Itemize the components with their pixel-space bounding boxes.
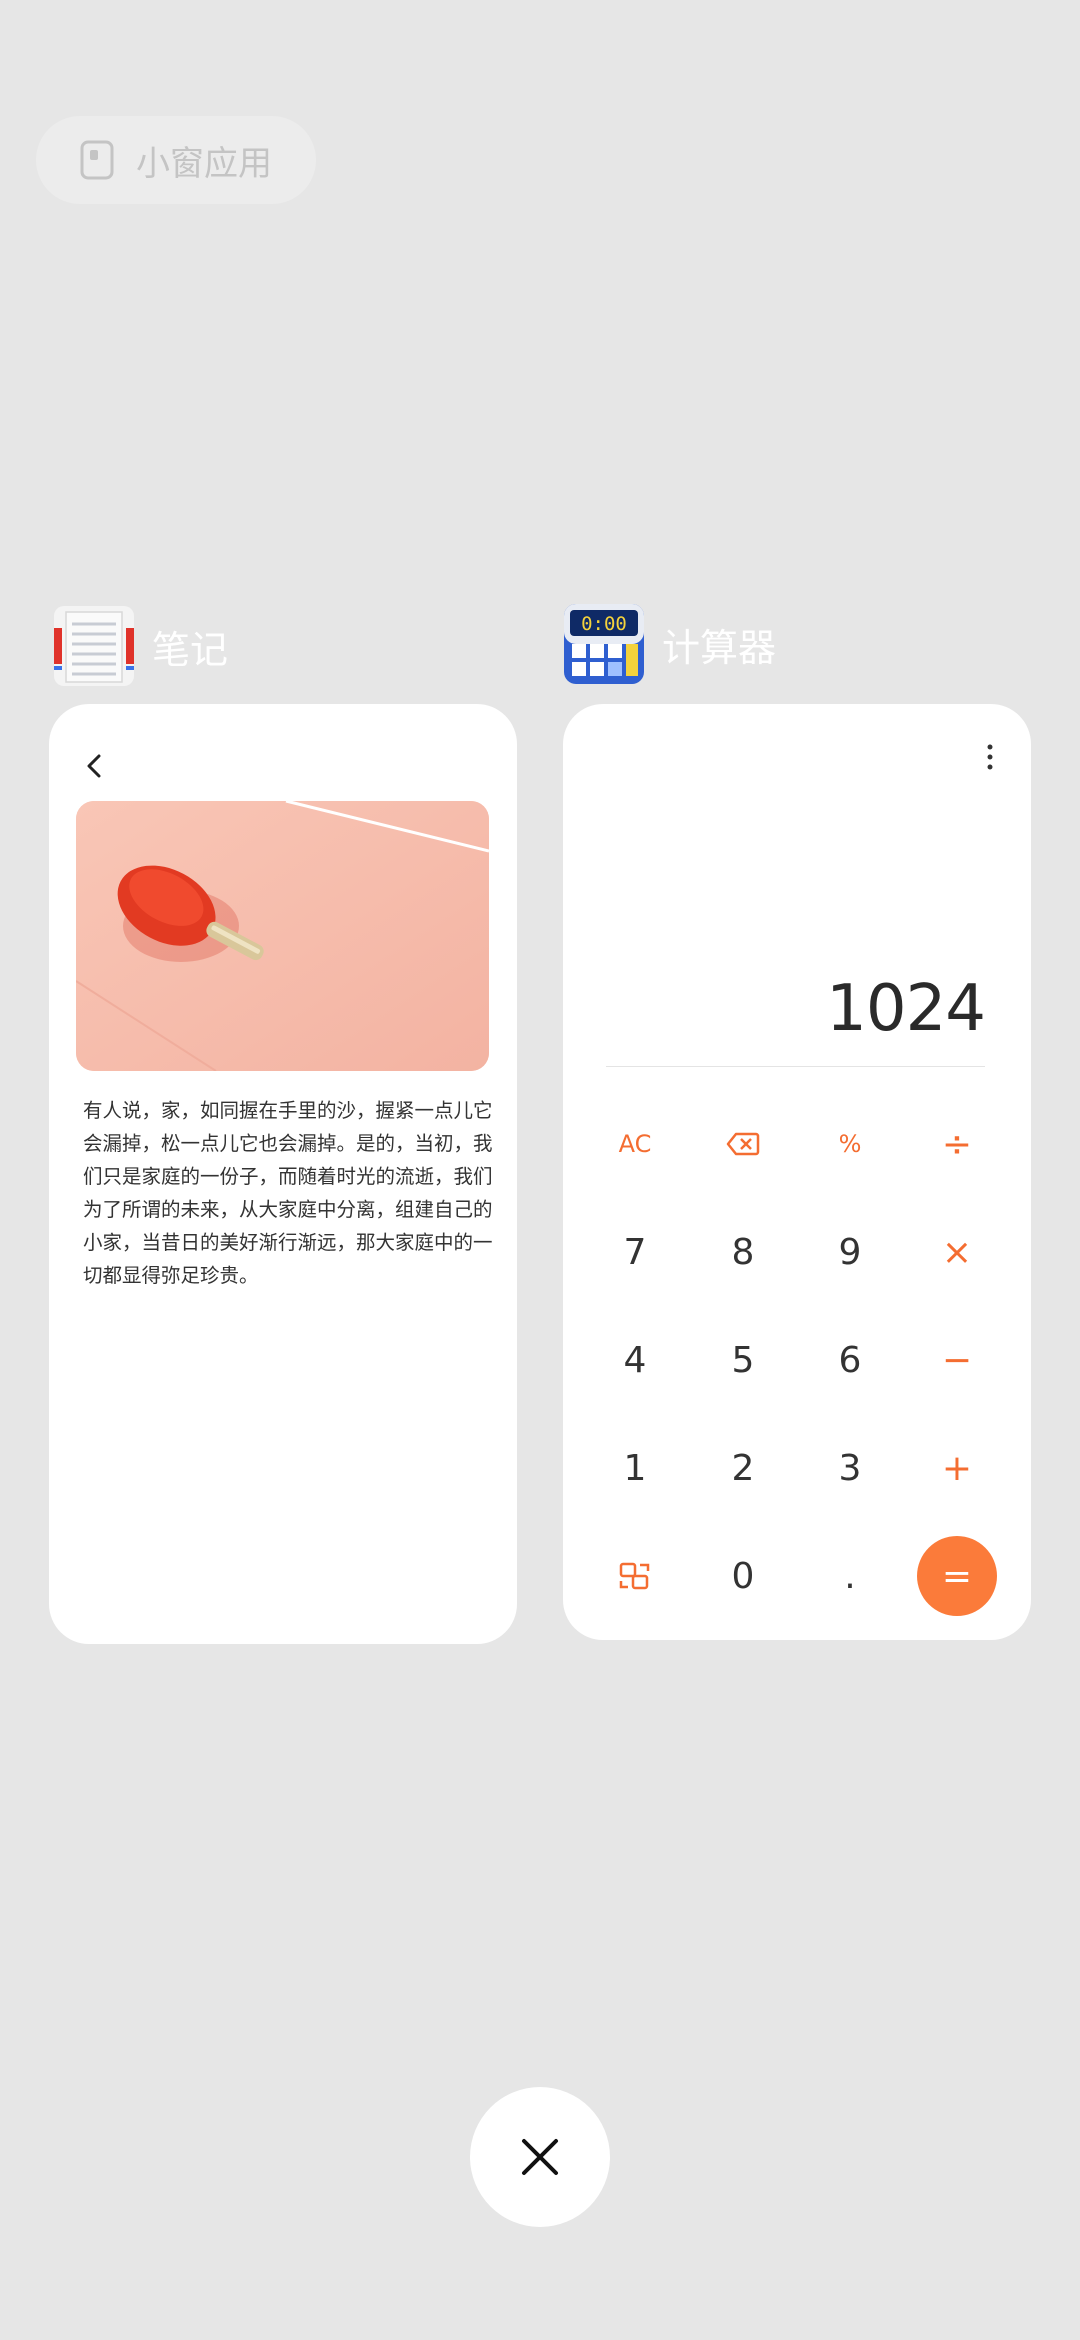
ping-pong-paddle-photo [76,801,489,1071]
calculator-app-icon: 0:00 [564,604,644,684]
key-3[interactable]: 3 [810,1428,890,1508]
key-all-clear[interactable]: AC [595,1104,675,1184]
small-window-icon [80,140,114,180]
backspace-icon [726,1132,760,1156]
calculator-icon-screen-text: 0:00 [581,613,627,635]
key-backspace[interactable] [703,1104,783,1184]
small-window-apps-chip[interactable]: 小窗应用 [36,116,316,204]
more-options-icon[interactable] [985,742,995,772]
key-decimal[interactable]: . [810,1536,890,1616]
key-6[interactable]: 6 [810,1320,890,1400]
key-0[interactable]: 0 [703,1536,783,1616]
key-2[interactable]: 2 [703,1428,783,1508]
key-5[interactable]: 5 [703,1320,783,1400]
unit-convert-icon [619,1562,650,1590]
calculator-display: 1024 [826,972,986,1046]
key-equals[interactable]: = [917,1536,997,1616]
key-8[interactable]: 8 [703,1212,783,1292]
key-1[interactable]: 1 [595,1428,675,1508]
key-minus[interactable]: − [917,1320,997,1400]
calculator-app-header[interactable]: 0:00 计算器 [562,602,776,686]
note-body-text: 有人说，家，如同握在手里的沙，握紧一点儿它会漏掉，松一点儿它也会漏掉。是的，当初… [83,1099,493,1287]
notes-app-name: 笔记 [152,627,229,672]
notes-app-icon [54,606,134,686]
key-percent[interactable]: % [810,1104,890,1184]
notes-app-header[interactable]: 笔记 [52,604,228,688]
key-9[interactable]: 9 [810,1212,890,1292]
calculator-window-card[interactable]: 1024 AC % ÷ 7 8 9 × 4 5 6 − 1 2 3 + 0 . … [563,704,1031,1640]
key-plus[interactable]: + [917,1428,997,1508]
key-7[interactable]: 7 [595,1212,675,1292]
key-4[interactable]: 4 [595,1320,675,1400]
close-button[interactable] [470,2087,610,2227]
notes-window-card[interactable]: 有人说，家，如同握在手里的沙，握紧一点儿它会漏掉，松一点儿它也会漏掉。是的，当初… [49,704,517,1644]
key-divide[interactable]: ÷ [917,1104,997,1184]
key-convert[interactable] [595,1536,675,1616]
small-window-label: 小窗应用 [136,143,272,184]
display-divider [606,1066,985,1067]
chevron-left-icon[interactable] [79,748,109,784]
close-icon [522,2139,558,2175]
calculator-app-name: 计算器 [662,625,777,670]
key-multiply[interactable]: × [917,1212,997,1292]
